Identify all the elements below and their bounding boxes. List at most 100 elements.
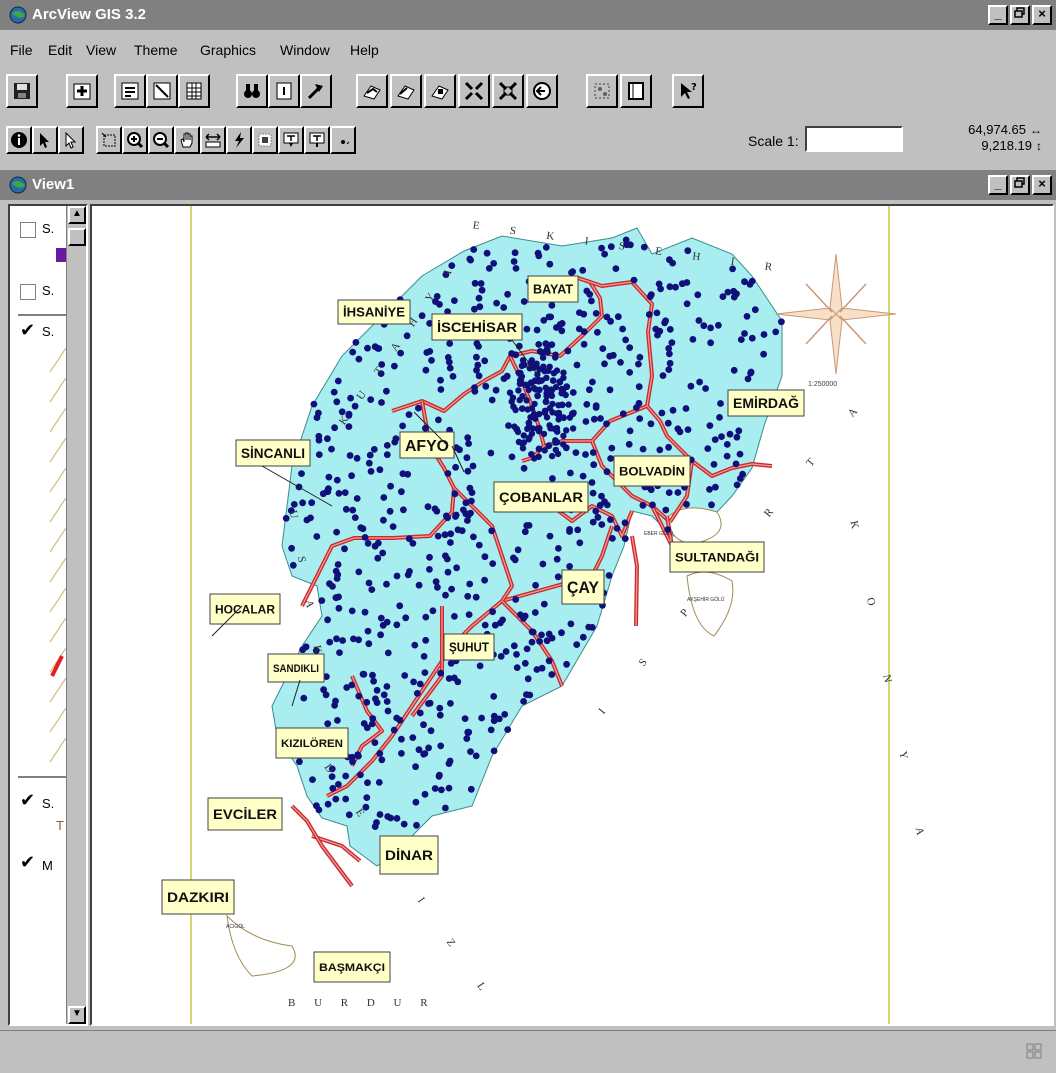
settlement-point[interactable] — [665, 489, 673, 496]
settlement-point[interactable] — [669, 406, 677, 414]
settlement-point[interactable] — [290, 501, 298, 508]
settlement-point[interactable] — [592, 507, 600, 515]
settlement-point[interactable] — [425, 744, 432, 752]
settlement-point[interactable] — [355, 568, 363, 576]
settlement-point[interactable] — [579, 266, 587, 274]
settlement-point[interactable] — [334, 717, 341, 724]
settlement-point[interactable] — [715, 321, 722, 329]
settlement-point[interactable] — [446, 757, 454, 765]
settlement-point[interactable] — [330, 388, 338, 396]
settlement-point[interactable] — [348, 607, 356, 615]
settlement-point[interactable] — [689, 336, 697, 343]
settlement-point[interactable] — [510, 554, 517, 562]
settlement-point[interactable] — [333, 528, 340, 536]
settlement-point[interactable] — [357, 771, 364, 779]
settlement-point[interactable] — [466, 580, 474, 588]
settlement-point[interactable] — [361, 534, 369, 541]
settlement-point[interactable] — [470, 533, 477, 541]
settlement-point[interactable] — [315, 432, 323, 440]
settlement-point[interactable] — [633, 404, 640, 411]
map-canvas[interactable]: 1:250000 E S K I S E H I R K U T A H Y A… — [92, 206, 1052, 1024]
settlement-point[interactable] — [333, 476, 341, 484]
scale-input[interactable] — [805, 126, 903, 152]
settlement-point[interactable] — [299, 646, 307, 654]
settlement-point[interactable] — [520, 464, 528, 472]
zoom-to-selected-button[interactable] — [424, 74, 456, 108]
settlement-point[interactable] — [334, 561, 342, 568]
settlement-point[interactable] — [560, 441, 567, 448]
settlement-point[interactable] — [426, 566, 433, 573]
settlement-point[interactable] — [549, 409, 556, 416]
district-label-ihsaniye[interactable]: İHSANİYE — [337, 299, 411, 325]
settlement-point[interactable] — [527, 379, 535, 386]
settlement-point[interactable] — [444, 568, 452, 576]
settlement-point[interactable] — [589, 518, 597, 526]
settlement-point[interactable] — [324, 487, 331, 495]
find-button[interactable] — [236, 74, 268, 108]
menu-theme[interactable]: Theme — [134, 42, 178, 58]
settlement-point[interactable] — [488, 527, 496, 535]
settlement-point[interactable] — [626, 344, 634, 351]
district-label-sandikli[interactable]: SANDIKLI — [267, 653, 325, 683]
settlement-point[interactable] — [599, 345, 607, 352]
settlement-point[interactable] — [384, 707, 392, 715]
settlement-point[interactable] — [603, 468, 611, 476]
settlement-point[interactable] — [555, 545, 562, 552]
settlement-point[interactable] — [470, 246, 478, 253]
settlement-point[interactable] — [405, 411, 413, 418]
settlement-point[interactable] — [549, 475, 556, 482]
settlement-point[interactable] — [420, 653, 428, 660]
settlement-point[interactable] — [573, 641, 581, 648]
settlement-point[interactable] — [336, 649, 343, 656]
settlement-point[interactable] — [475, 294, 483, 302]
settlement-point[interactable] — [695, 317, 703, 324]
settlement-point[interactable] — [289, 561, 297, 569]
label-tool[interactable] — [278, 126, 304, 154]
settlement-point[interactable] — [736, 450, 744, 458]
settlement-point[interactable] — [307, 514, 314, 522]
settlement-point[interactable] — [376, 466, 384, 474]
settlement-point[interactable] — [639, 501, 647, 509]
settlement-point[interactable] — [531, 609, 539, 616]
settlement-point[interactable] — [415, 581, 423, 589]
settlement-point[interactable] — [524, 675, 532, 683]
settlement-point[interactable] — [548, 634, 556, 642]
settlement-point[interactable] — [567, 620, 575, 628]
settlement-point[interactable] — [636, 415, 644, 422]
settlement-point[interactable] — [435, 416, 442, 424]
map-display[interactable]: 1:250000 E S K I S E H I R K U T A H Y A… — [90, 204, 1054, 1026]
settlement-point[interactable] — [534, 249, 542, 257]
settlement-point[interactable] — [760, 331, 768, 338]
settlement-point[interactable] — [406, 568, 413, 575]
settlement-point[interactable] — [489, 608, 496, 616]
settlement-point[interactable] — [741, 278, 748, 286]
zoom-in-fixed-button[interactable] — [458, 74, 490, 108]
minimize-button[interactable]: _ — [988, 5, 1008, 25]
settlement-point[interactable] — [393, 815, 401, 822]
settlement-point[interactable] — [475, 343, 482, 350]
settlement-point[interactable] — [566, 563, 573, 570]
settlement-point[interactable] — [372, 695, 379, 703]
settlement-point[interactable] — [513, 664, 521, 671]
settlement-point[interactable] — [523, 522, 531, 529]
zoom-to-full-extent-button[interactable] — [356, 74, 388, 108]
settlement-point[interactable] — [315, 806, 323, 814]
settlement-point[interactable] — [437, 669, 445, 677]
settlement-point[interactable] — [427, 727, 435, 735]
settlement-point[interactable] — [333, 398, 341, 406]
settlement-point[interactable] — [353, 495, 361, 502]
settlement-point[interactable] — [310, 400, 318, 408]
settlement-point[interactable] — [481, 576, 488, 584]
settlement-point[interactable] — [702, 385, 709, 392]
settlement-point[interactable] — [626, 427, 634, 435]
settlement-point[interactable] — [432, 578, 440, 586]
settlement-point[interactable] — [298, 470, 305, 477]
settlement-point[interactable] — [380, 494, 388, 501]
settlement-point[interactable] — [365, 579, 373, 587]
settlement-point[interactable] — [357, 524, 365, 531]
settlement-point[interactable] — [500, 304, 508, 311]
settlement-point[interactable] — [696, 378, 703, 386]
settlement-point[interactable] — [730, 287, 737, 295]
settlement-point[interactable] — [334, 571, 342, 579]
zoom-out-fixed-button[interactable] — [492, 74, 524, 108]
